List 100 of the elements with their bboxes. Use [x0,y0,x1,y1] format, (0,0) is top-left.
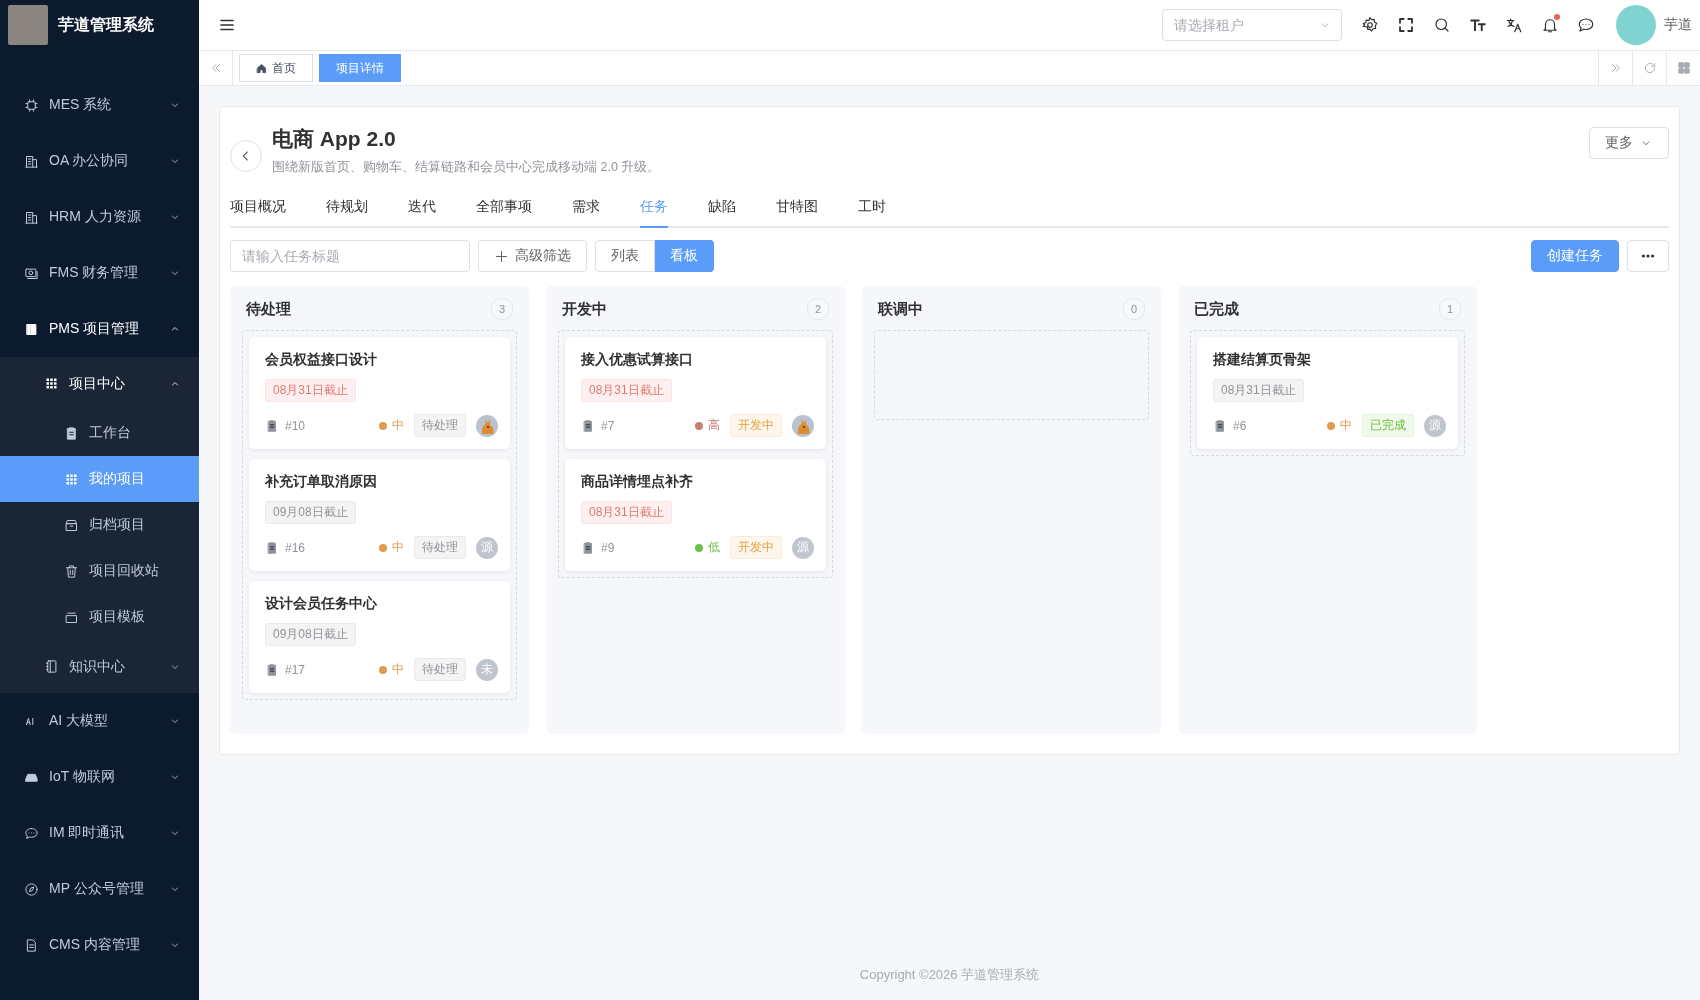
project-title: 电商 App 2.0 [272,126,397,152]
column-count: 1 [1439,298,1461,320]
grid-icon [44,376,59,391]
task-number: #6 [1233,418,1248,433]
task-card[interactable]: 商品详情埋点补齐 08月31日截止 #9 低 开发中 源 [565,459,826,571]
home-icon [256,62,267,74]
sidebar-item[interactable]: IM 即时通讯 [0,805,199,861]
clipboard-icon [64,425,79,441]
project-tab[interactable]: 迭代 [408,188,436,228]
task-number: #7 [601,418,616,433]
refresh-icon [1642,61,1657,75]
sidebar-item[interactable]: FMS 财务管理 [0,245,199,301]
logo-photo-placeholder [8,5,48,45]
bell-icon [1541,16,1559,34]
project-tab[interactable]: 项目概况 [230,188,286,228]
deadline-tag: 08月31日截止 [581,501,672,524]
translate-icon [1505,16,1523,34]
page-tab[interactable]: 首页 [239,54,313,82]
project-tab[interactable]: 全部事项 [476,188,532,228]
sidebar-item[interactable]: 归档项目 [0,502,199,548]
tray-icon [64,609,79,625]
building-icon [24,209,39,225]
task-card[interactable]: 接入优惠试算接口 08月31日截止 #7 高 开发中 [565,337,826,449]
project-tab[interactable]: 甘特图 [776,188,818,228]
task-title: 接入优惠试算接口 [581,351,694,369]
sidebar-item[interactable]: 工作台 [0,410,199,456]
task-card[interactable]: 补充订单取消原因 09月08日截止 #16 中 待处理 源 [249,459,510,571]
task-card[interactable]: 搭建结算页骨架 08月31日截止 #6 中 已完成 源 [1197,337,1458,449]
archive-box-icon [64,517,79,533]
clipboard-icon [265,540,279,555]
column-title: 开发中 [562,299,607,319]
assignee-avatar: 源 [792,536,814,559]
project-tab[interactable]: 工时 [858,188,886,228]
copyright-text: Copyright ©2026 芋道管理系统 [859,967,1040,982]
deadline-tag: 08月31日截止 [1213,379,1304,402]
task-title: 会员权益接口设计 [265,351,378,369]
sidebar-item[interactable]: 项目回收站 [0,548,199,594]
document-icon [24,937,39,953]
user-menu[interactable]: 芋道 [1616,5,1692,45]
task-title: 搭建结算页骨架 [1213,351,1312,369]
clipboard-icon [265,418,279,433]
assignee-avatar: 源 [1424,414,1446,437]
grid-icon [1676,61,1691,75]
sidebar-item[interactable]: MES 系统 [0,77,199,133]
task-title: 设计会员任务中心 [265,595,378,613]
project-tab[interactable]: 缺陷 [708,188,736,228]
sidebar-item[interactable]: 项目中心 [0,357,199,410]
column-title: 已完成 [1194,299,1239,319]
sidebar-item[interactable]: 项目模板 [0,594,199,640]
view-toggle-button[interactable]: 列表 [595,240,655,272]
deadline-tag: 08月31日截止 [265,379,356,402]
plus-icon [494,248,509,264]
more-button[interactable]: 更多 [1589,127,1669,159]
column-count: 3 [491,298,513,320]
sidebar-item[interactable]: PMS 项目管理 [0,301,199,357]
chip-icon [24,97,39,113]
filter-button[interactable]: 高级筛选 [478,240,587,272]
task-number: #9 [601,540,616,555]
task-card[interactable]: 设计会员任务中心 09月08日截止 #17 中 待处理 未 [249,581,510,693]
sidebar-item[interactable]: 知识中心 [0,640,199,693]
status-tag: 待处理 [414,536,466,559]
sidebar-item[interactable]: MP 公众号管理 [0,861,199,917]
compass-icon [24,881,39,897]
column-title: 联调中 [878,299,923,319]
assignee-avatar: 未 [476,658,498,681]
sidebar-item[interactable]: CMS 内容管理 [0,917,199,973]
sidebar-item[interactable]: IoT 物联网 [0,749,199,805]
building-icon [24,153,39,169]
clipboard-icon [581,418,595,433]
clipboard-icon [1213,418,1227,433]
chat-icon [24,825,39,841]
tenant-select[interactable]: 请选择租户 [1162,9,1342,41]
column-title: 待处理 [246,299,291,319]
assignee-avatar: 源 [476,536,498,559]
search-icon [1433,16,1451,34]
task-card[interactable]: 会员权益接口设计 08月31日截止 #10 中 待处理 [249,337,510,449]
app-name: 芋道管理系统 [58,14,154,35]
clipboard-icon [265,662,279,677]
task-title: 补充订单取消原因 [265,473,378,491]
deadline-tag: 09月08日截止 [265,501,356,524]
project-tab[interactable]: 需求 [572,188,600,228]
status-tag: 开发中 [730,414,782,437]
sidebar-item[interactable]: AI 大模型 [0,693,199,749]
priority-label: 中 [1340,417,1352,434]
task-number: #10 [285,418,307,433]
priority-label: 高 [708,417,720,434]
money-icon [24,265,39,281]
settings-icon [1361,16,1379,34]
column-count: 0 [1123,298,1145,320]
task-number: #17 [285,662,307,677]
task-number: #16 [285,540,307,555]
chat-icon [1577,16,1595,34]
sidebar-item[interactable]: HRM 人力资源 [0,189,199,245]
project-tab[interactable]: 待规划 [326,188,368,228]
search-field[interactable]: 请输入任务标题 [230,240,470,272]
sidebar-item[interactable]: OA 办公协同 [0,133,199,189]
task-title: 商品详情埋点补齐 [581,473,694,491]
trash-icon [64,563,79,579]
cartoon-avatar [792,414,814,437]
status-tag: 待处理 [414,414,466,437]
